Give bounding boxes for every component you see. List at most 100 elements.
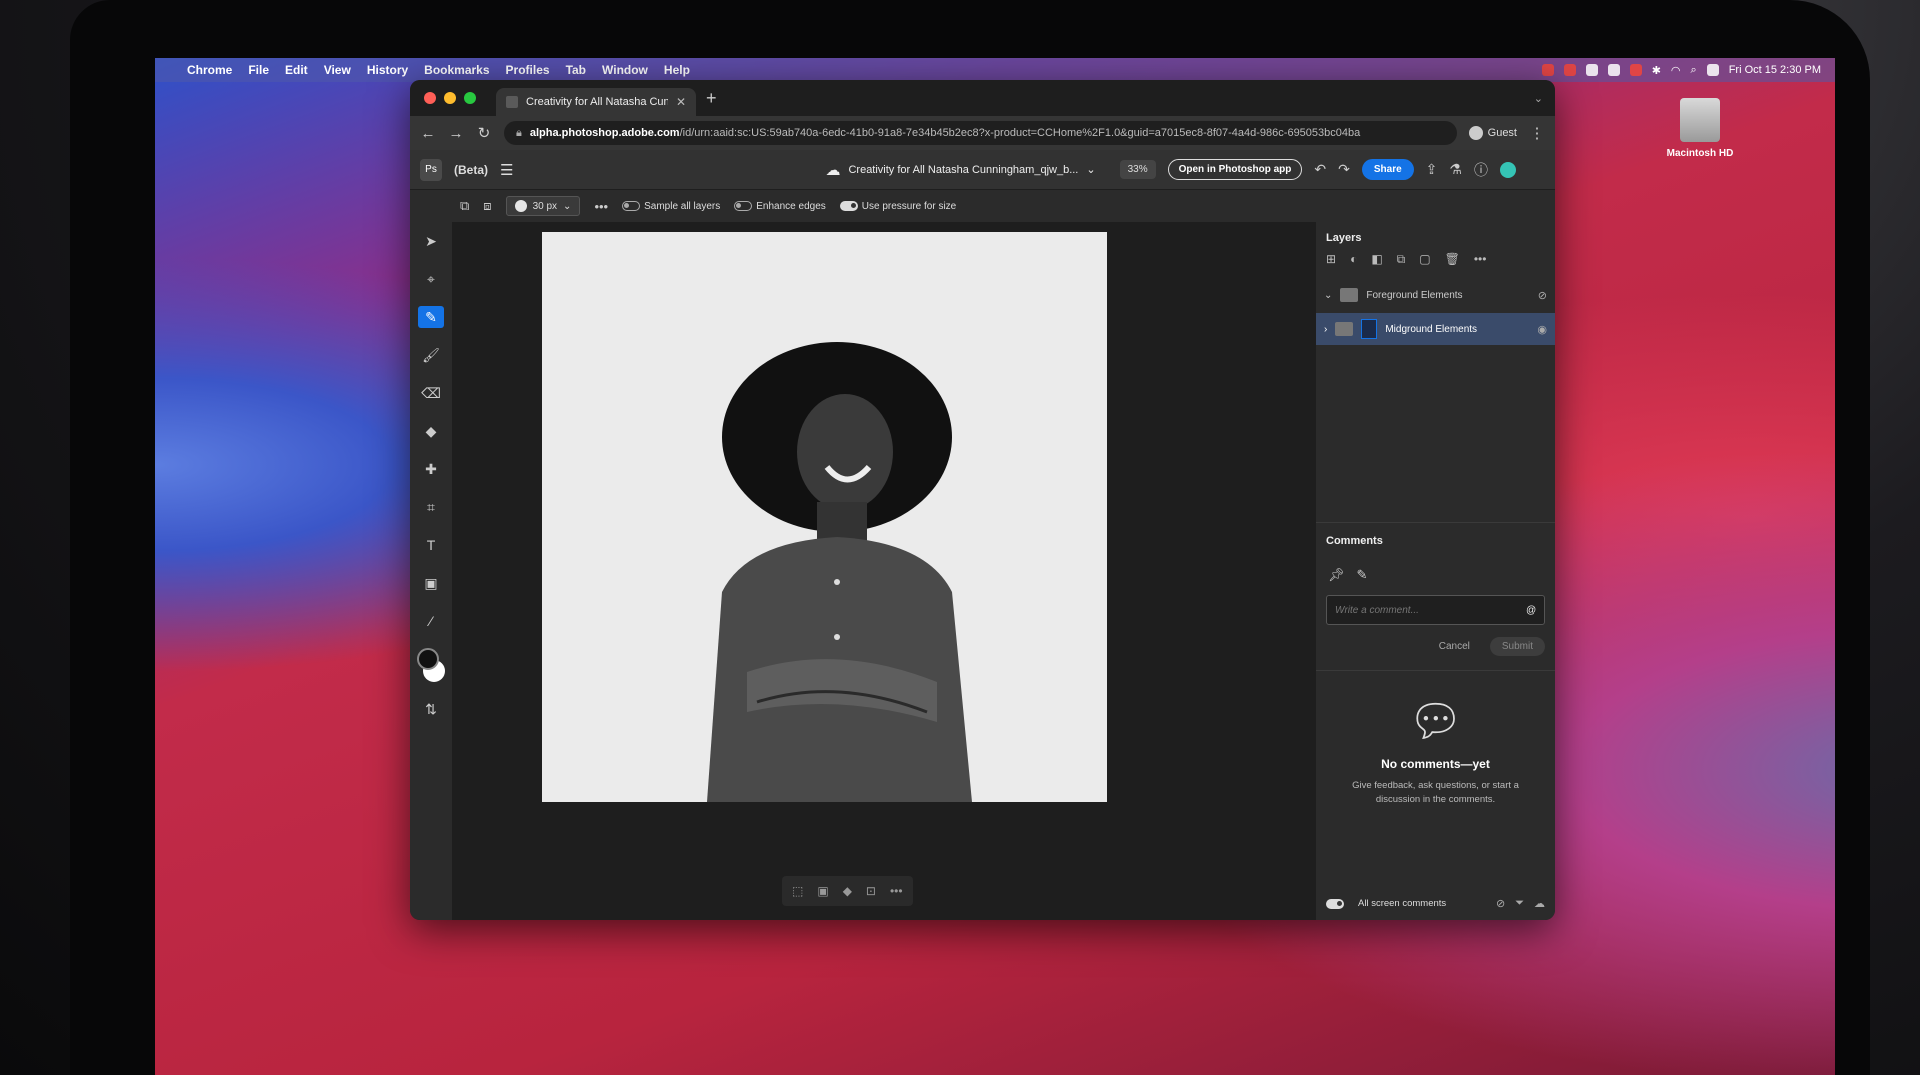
more-options-icon[interactable]: ••• bbox=[594, 199, 608, 214]
user-avatar[interactable] bbox=[1499, 161, 1516, 178]
new-tab-button[interactable]: + bbox=[706, 88, 717, 109]
tab-search-icon[interactable]: ⌄ bbox=[1534, 92, 1543, 105]
toggle-switch[interactable] bbox=[839, 200, 858, 211]
status-app-icon[interactable] bbox=[1541, 64, 1554, 76]
url-bar[interactable]: 🔒︎ alpha.photoshop.adobe.com /id/urn:aai… bbox=[504, 121, 1457, 145]
more-icon[interactable]: ••• bbox=[890, 884, 903, 898]
mention-icon[interactable]: @ bbox=[1526, 605, 1536, 616]
add-layer-icon[interactable]: ⊞ bbox=[1326, 252, 1336, 267]
browser-menu-icon[interactable]: ⋮ bbox=[1529, 124, 1545, 142]
hide-comments-icon[interactable]: ⊘ bbox=[1496, 897, 1505, 910]
eraser-tool-icon[interactable]: ⌫ bbox=[418, 382, 444, 404]
eye-hidden-icon[interactable]: ⊘ bbox=[1538, 289, 1547, 302]
document-canvas[interactable] bbox=[542, 232, 1107, 802]
add-selection-icon[interactable]: ⧉ bbox=[460, 198, 469, 214]
help-icon[interactable]: ⓘ bbox=[1474, 160, 1488, 180]
menu-file[interactable]: File bbox=[248, 63, 269, 77]
share-button[interactable]: Share bbox=[1361, 159, 1414, 180]
menu-profiles[interactable]: Profiles bbox=[506, 63, 550, 77]
desktop-drive[interactable]: Macintosh HD bbox=[1655, 98, 1745, 159]
zoom-dropdown[interactable]: 33% bbox=[1119, 160, 1156, 179]
eyedropper-tool-icon[interactable]: ⁄ bbox=[418, 610, 444, 632]
photoshop-logo-icon[interactable]: Ps bbox=[420, 158, 442, 181]
status-app-icon[interactable] bbox=[1563, 64, 1576, 76]
export-icon[interactable]: ⇪ bbox=[1426, 161, 1438, 178]
eye-icon[interactable]: ◉ bbox=[1537, 323, 1547, 336]
group-icon[interactable]: ▢ bbox=[1419, 252, 1430, 267]
use-pressure-toggle[interactable]: Use pressure for size bbox=[839, 200, 956, 212]
foreground-color[interactable] bbox=[417, 648, 439, 670]
all-screen-comments-toggle[interactable] bbox=[1326, 898, 1344, 909]
mask-icon[interactable]: ◧ bbox=[1371, 252, 1382, 267]
menu-history[interactable]: History bbox=[367, 63, 408, 77]
pin-icon[interactable]: 📌︎ bbox=[1328, 567, 1345, 583]
status-app-icon[interactable] bbox=[1585, 64, 1598, 76]
back-icon[interactable]: ← bbox=[420, 125, 436, 142]
menubar-clock[interactable]: Fri Oct 15 2:30 PM bbox=[1729, 64, 1821, 76]
comment-input[interactable] bbox=[1335, 604, 1485, 616]
pencil-icon[interactable]: ✎ bbox=[1357, 567, 1368, 583]
profile-button[interactable]: Guest bbox=[1468, 126, 1517, 140]
sample-all-layers-toggle[interactable]: Sample all layers bbox=[622, 201, 720, 212]
layer-row[interactable]: ⌄ Foreground Elements ⊘ bbox=[1316, 279, 1555, 311]
brush-tool-icon[interactable]: 🖌︎ bbox=[418, 344, 444, 366]
enhance-edges-toggle[interactable]: Enhance edges bbox=[734, 201, 826, 212]
lasso-tool-icon[interactable]: ⌖ bbox=[418, 268, 444, 290]
filter-icon[interactable]: ⏷ bbox=[1515, 897, 1524, 910]
move-tool-icon[interactable]: ➤ bbox=[418, 230, 444, 252]
clip-icon[interactable]: ⧉ bbox=[1397, 252, 1406, 267]
menu-tab[interactable]: Tab bbox=[566, 63, 586, 77]
fill-tool-icon[interactable]: ◆ bbox=[418, 420, 444, 442]
close-window-button[interactable] bbox=[424, 92, 436, 104]
comment-field[interactable]: @ bbox=[1326, 595, 1545, 625]
reload-icon[interactable]: ↻ bbox=[476, 124, 492, 142]
open-in-photoshop-button[interactable]: Open in Photoshop app bbox=[1167, 159, 1303, 180]
submit-button[interactable]: Submit bbox=[1489, 637, 1545, 656]
undo-icon[interactable]: ↶ bbox=[1314, 161, 1326, 178]
menu-view[interactable]: View bbox=[324, 63, 351, 77]
bluetooth-icon[interactable]: ✱ bbox=[1652, 64, 1661, 77]
forward-icon[interactable]: → bbox=[448, 125, 464, 142]
more-icon[interactable]: ••• bbox=[1474, 252, 1487, 267]
control-center-icon[interactable] bbox=[1706, 64, 1719, 76]
zoom-window-button[interactable] bbox=[464, 92, 476, 104]
minimize-window-button[interactable] bbox=[444, 92, 456, 104]
close-tab-icon[interactable]: ✕ bbox=[676, 95, 686, 109]
toggle-switch[interactable] bbox=[734, 200, 753, 211]
healing-tool-icon[interactable]: ✚ bbox=[418, 458, 444, 480]
chevron-right-icon[interactable]: › bbox=[1324, 324, 1327, 335]
cloud-icon[interactable]: ☁ bbox=[1534, 897, 1545, 910]
menu-chrome[interactable]: Chrome bbox=[187, 63, 232, 77]
status-app-icon[interactable] bbox=[1629, 64, 1642, 76]
swap-colors-icon[interactable]: ⇅ bbox=[418, 698, 444, 720]
place-image-icon[interactable]: ▣ bbox=[418, 572, 444, 594]
spotlight-icon[interactable]: ⌕ bbox=[1691, 64, 1697, 77]
brush-size-dropdown[interactable]: 30 px ⌄ bbox=[505, 196, 581, 216]
crop-tool-icon[interactable]: ⌗ bbox=[418, 496, 444, 518]
delete-layer-icon[interactable]: 🗑︎ bbox=[1445, 252, 1460, 267]
subtract-selection-icon[interactable]: ⧈ bbox=[483, 198, 491, 214]
color-swatches[interactable] bbox=[417, 648, 445, 682]
mask-icon[interactable]: ▣ bbox=[817, 884, 828, 898]
fill-icon[interactable]: ◆ bbox=[843, 884, 852, 898]
menu-edit[interactable]: Edit bbox=[285, 63, 308, 77]
quick-selection-tool-icon[interactable]: ✎ bbox=[418, 306, 444, 328]
flask-icon[interactable]: ⚗ bbox=[1449, 161, 1462, 178]
menu-bookmarks[interactable]: Bookmarks bbox=[424, 63, 489, 77]
status-app-icon[interactable] bbox=[1607, 64, 1620, 76]
menu-help[interactable]: Help bbox=[664, 63, 690, 77]
transform-icon[interactable]: ⊡ bbox=[866, 884, 876, 898]
hamburger-menu-icon[interactable]: ☰ bbox=[500, 161, 513, 179]
adjustment-icon[interactable]: ◐ bbox=[1350, 252, 1357, 267]
browser-tab[interactable]: Creativity for All Natasha Cunn ✕ bbox=[496, 88, 696, 116]
document-title-area[interactable]: ☁ Creativity for All Natasha Cunningham_… bbox=[825, 161, 1095, 179]
menu-window[interactable]: Window bbox=[602, 63, 648, 77]
chevron-down-icon[interactable]: ⌄ bbox=[1324, 290, 1332, 301]
type-tool-icon[interactable]: T bbox=[418, 534, 444, 556]
lock-icon[interactable]: 🔒︎ bbox=[516, 127, 522, 140]
wifi-icon[interactable]: ◠ bbox=[1671, 64, 1681, 77]
toggle-switch[interactable] bbox=[622, 200, 641, 211]
layer-row[interactable]: › Midground Elements ◉ bbox=[1316, 313, 1555, 345]
cancel-button[interactable]: Cancel bbox=[1431, 637, 1478, 656]
deselect-icon[interactable]: ⬚ bbox=[792, 884, 803, 898]
